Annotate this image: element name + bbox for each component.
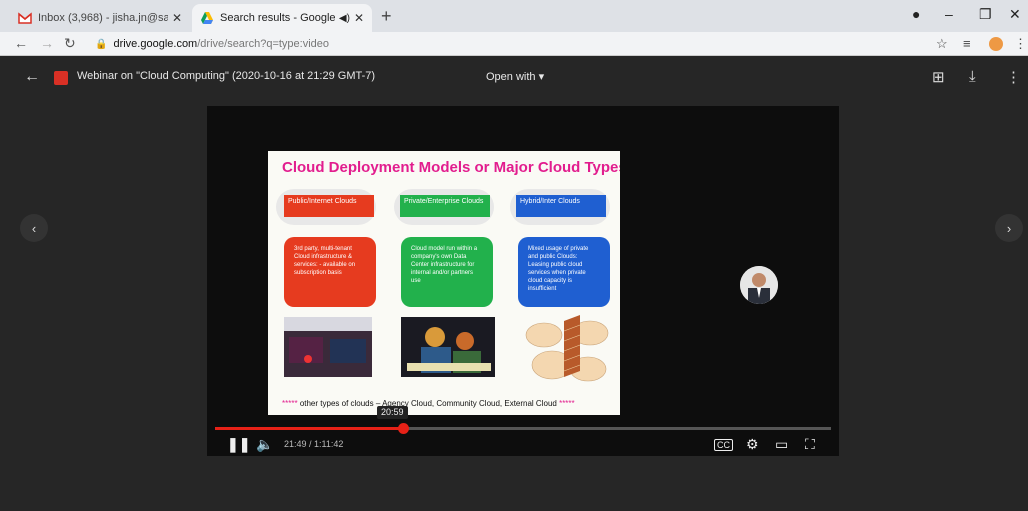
video-file-icon xyxy=(54,71,68,85)
speaker-video-thumbnail xyxy=(740,266,778,304)
add-to-drive-icon[interactable]: ⊞ xyxy=(932,68,945,86)
footer-stars: ***** xyxy=(559,399,575,408)
people-at-computer-photo xyxy=(401,317,495,377)
chevron-left-icon: ‹ xyxy=(31,220,37,236)
speaker-icon[interactable]: ◀) xyxy=(339,13,350,24)
more-options-icon[interactable]: ⋮ xyxy=(1006,68,1021,86)
viewer-header: ← Webinar on "Cloud Computing" (2020-10-… xyxy=(0,56,1028,100)
browser-tab-bar: Inbox (3,968) - jisha.jn@saintgits ✕ Sea… xyxy=(0,0,1028,32)
close-tab-icon[interactable]: ✕ xyxy=(172,11,182,25)
extension-icon[interactable] xyxy=(989,37,1003,51)
time-display: 21:49 / 1:11:42 xyxy=(284,439,344,449)
progress-played xyxy=(215,427,403,430)
category-label: Hybrid/Inter Clouds xyxy=(516,195,606,217)
description-card: Cloud model run within a company's own D… xyxy=(401,237,493,307)
new-tab-button[interactable]: + xyxy=(381,6,392,27)
speaker-avatar xyxy=(740,266,778,304)
volume-icon[interactable]: 🔈 xyxy=(256,436,273,453)
url-host: drive.google.com xyxy=(113,38,198,50)
slide-footer: ***** other types of clouds – Agency Clo… xyxy=(282,399,575,408)
back-icon[interactable]: ← xyxy=(14,35,28,51)
progress-bar[interactable] xyxy=(215,423,831,434)
chevron-right-icon: › xyxy=(1006,220,1012,236)
category-label: Private/Enterprise Clouds xyxy=(400,195,490,217)
file-title: Webinar on "Cloud Computing" (2020-10-16… xyxy=(77,70,376,82)
download-icon[interactable]: ⤓ xyxy=(969,68,976,85)
menu-icon[interactable]: ⋮ xyxy=(1014,36,1027,52)
pause-icon[interactable]: ❚❚ xyxy=(227,436,250,453)
miniplayer-icon[interactable]: ▭ xyxy=(775,436,788,453)
data-center-photo xyxy=(284,317,372,377)
restore-icon[interactable]: ❐ xyxy=(979,6,992,23)
slide-title: Cloud Deployment Models or Major Cloud T… xyxy=(282,159,620,176)
forward-icon[interactable]: → xyxy=(40,35,54,51)
media-control-icon[interactable]: ≡ xyxy=(963,36,971,51)
hybrid-cloud-firewall-illustration xyxy=(525,315,609,382)
description-card: Mixed usage of private and public Clouds… xyxy=(518,237,610,307)
lock-icon: 🔒 xyxy=(95,38,108,50)
profile-icon[interactable]: ● xyxy=(912,6,920,22)
progress-scrubber[interactable] xyxy=(397,423,409,434)
close-window-icon[interactable]: ✕ xyxy=(1009,6,1021,23)
next-file-button[interactable]: › xyxy=(995,214,1023,242)
open-with-button[interactable]: Open with ▾ xyxy=(486,70,544,83)
tab-google-drive[interactable]: Search results - Google Drive ◀) ✕ xyxy=(192,4,372,32)
bookmark-star-icon[interactable]: ☆ xyxy=(936,36,948,52)
gmail-icon xyxy=(18,12,32,24)
tab-gmail[interactable]: Inbox (3,968) - jisha.jn@saintgits ✕ xyxy=(10,4,190,32)
seek-time-tooltip: 20:59 xyxy=(377,406,408,419)
tab-title: Inbox (3,968) - jisha.jn@saintgits xyxy=(38,12,168,24)
description-card: 3rd party, multi-tenant Cloud infrastruc… xyxy=(284,237,376,307)
minimize-icon[interactable]: – xyxy=(945,6,953,22)
previous-file-button[interactable]: ‹ xyxy=(20,214,48,242)
reload-icon[interactable]: ↻ xyxy=(64,35,76,52)
address-bar-row: ← → ↻ 🔒 drive.google.com /drive/search?q… xyxy=(0,32,1028,56)
settings-gear-icon[interactable]: ⚙ xyxy=(746,436,759,453)
close-tab-icon[interactable]: ✕ xyxy=(354,11,364,25)
tab-title: Search results - Google Drive xyxy=(220,12,337,24)
back-arrow-icon[interactable]: ← xyxy=(24,68,40,86)
captions-icon[interactable]: CC xyxy=(714,439,733,451)
footer-text: other types of clouds – Agency Cloud, Co… xyxy=(299,399,557,408)
url-field[interactable]: 🔒 drive.google.com /drive/search?q=type:… xyxy=(95,35,915,53)
url-path: /drive/search?q=type:video xyxy=(197,38,330,50)
category-label: Public/Internet Clouds xyxy=(284,195,374,217)
footer-stars: ***** xyxy=(282,399,298,408)
video-slide: Cloud Deployment Models or Major Cloud T… xyxy=(268,151,620,415)
fullscreen-icon[interactable]: ⛶ xyxy=(805,436,815,453)
drive-icon xyxy=(201,12,213,24)
